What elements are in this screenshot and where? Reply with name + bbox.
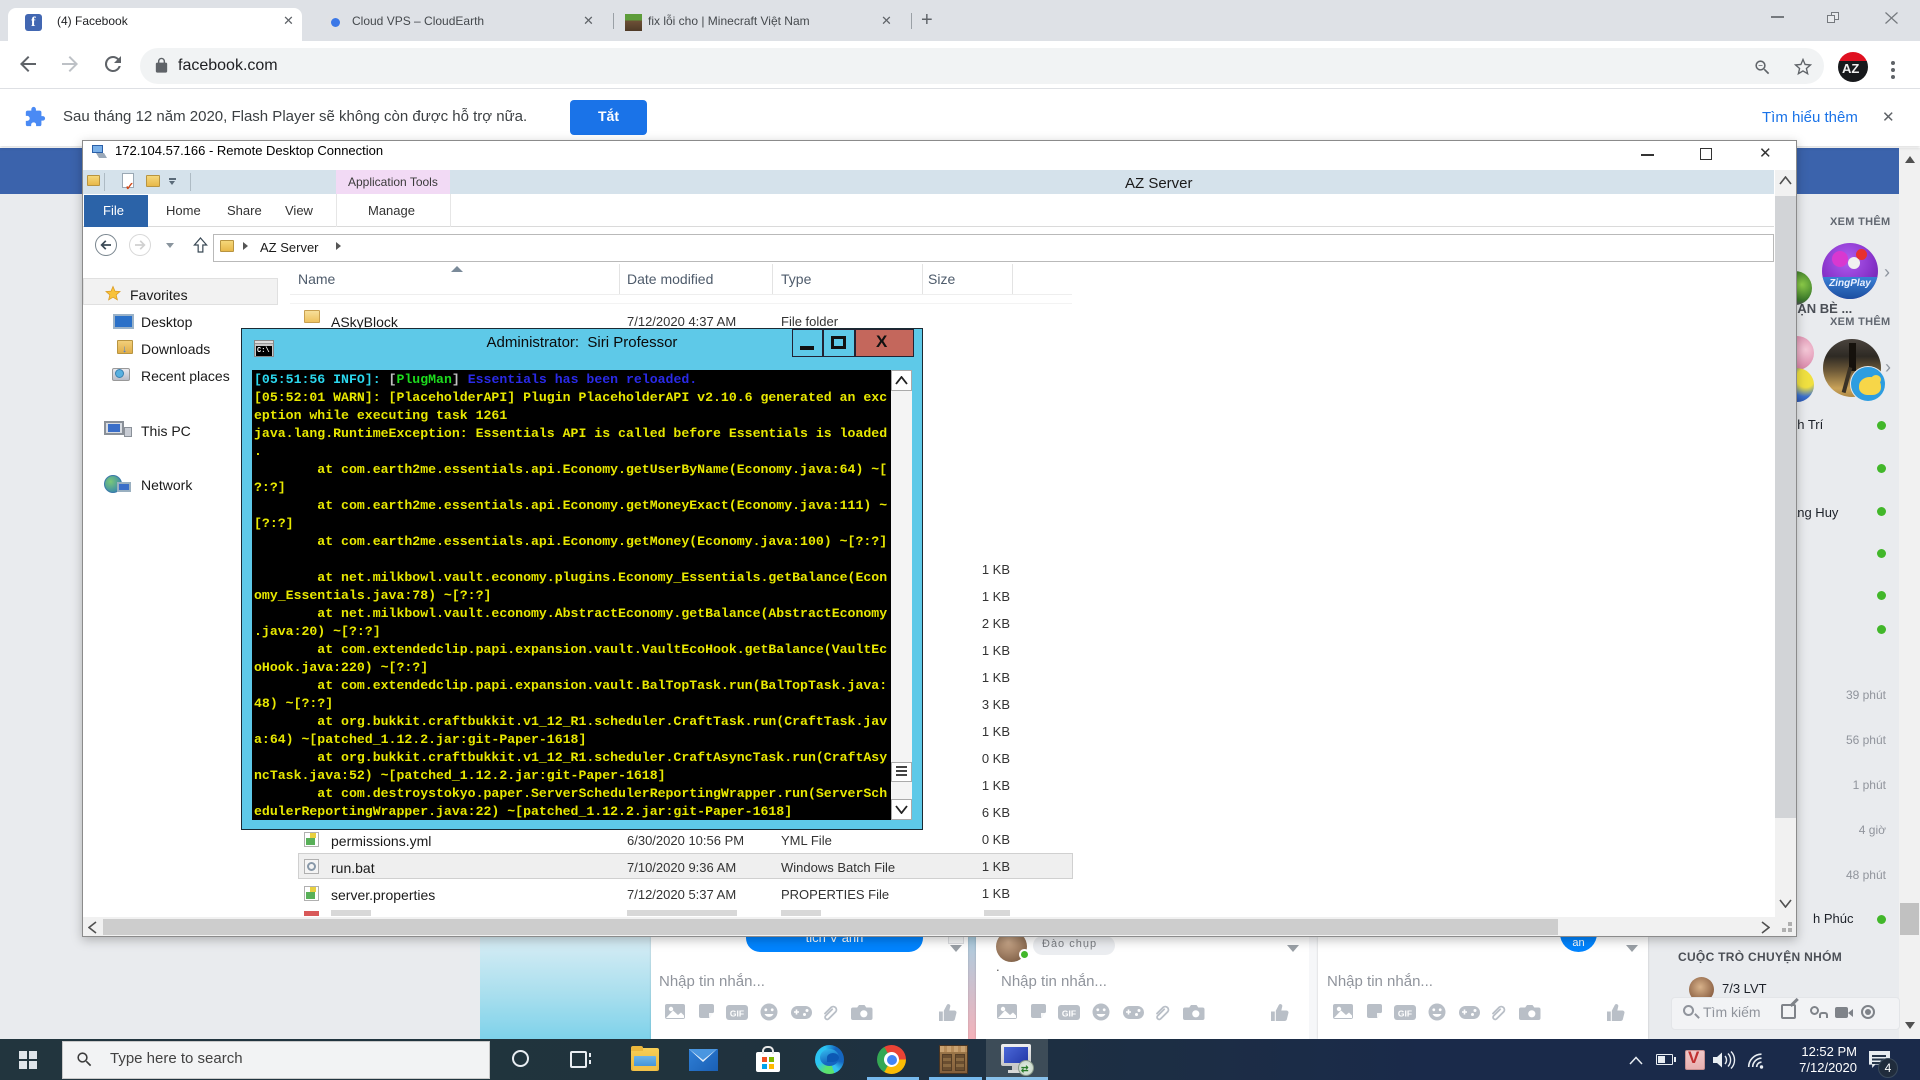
svg-text:GIF: GIF <box>1062 1009 1076 1019</box>
svg-text:GIF: GIF <box>1398 1009 1412 1019</box>
svg-text:GIF: GIF <box>730 1009 744 1019</box>
